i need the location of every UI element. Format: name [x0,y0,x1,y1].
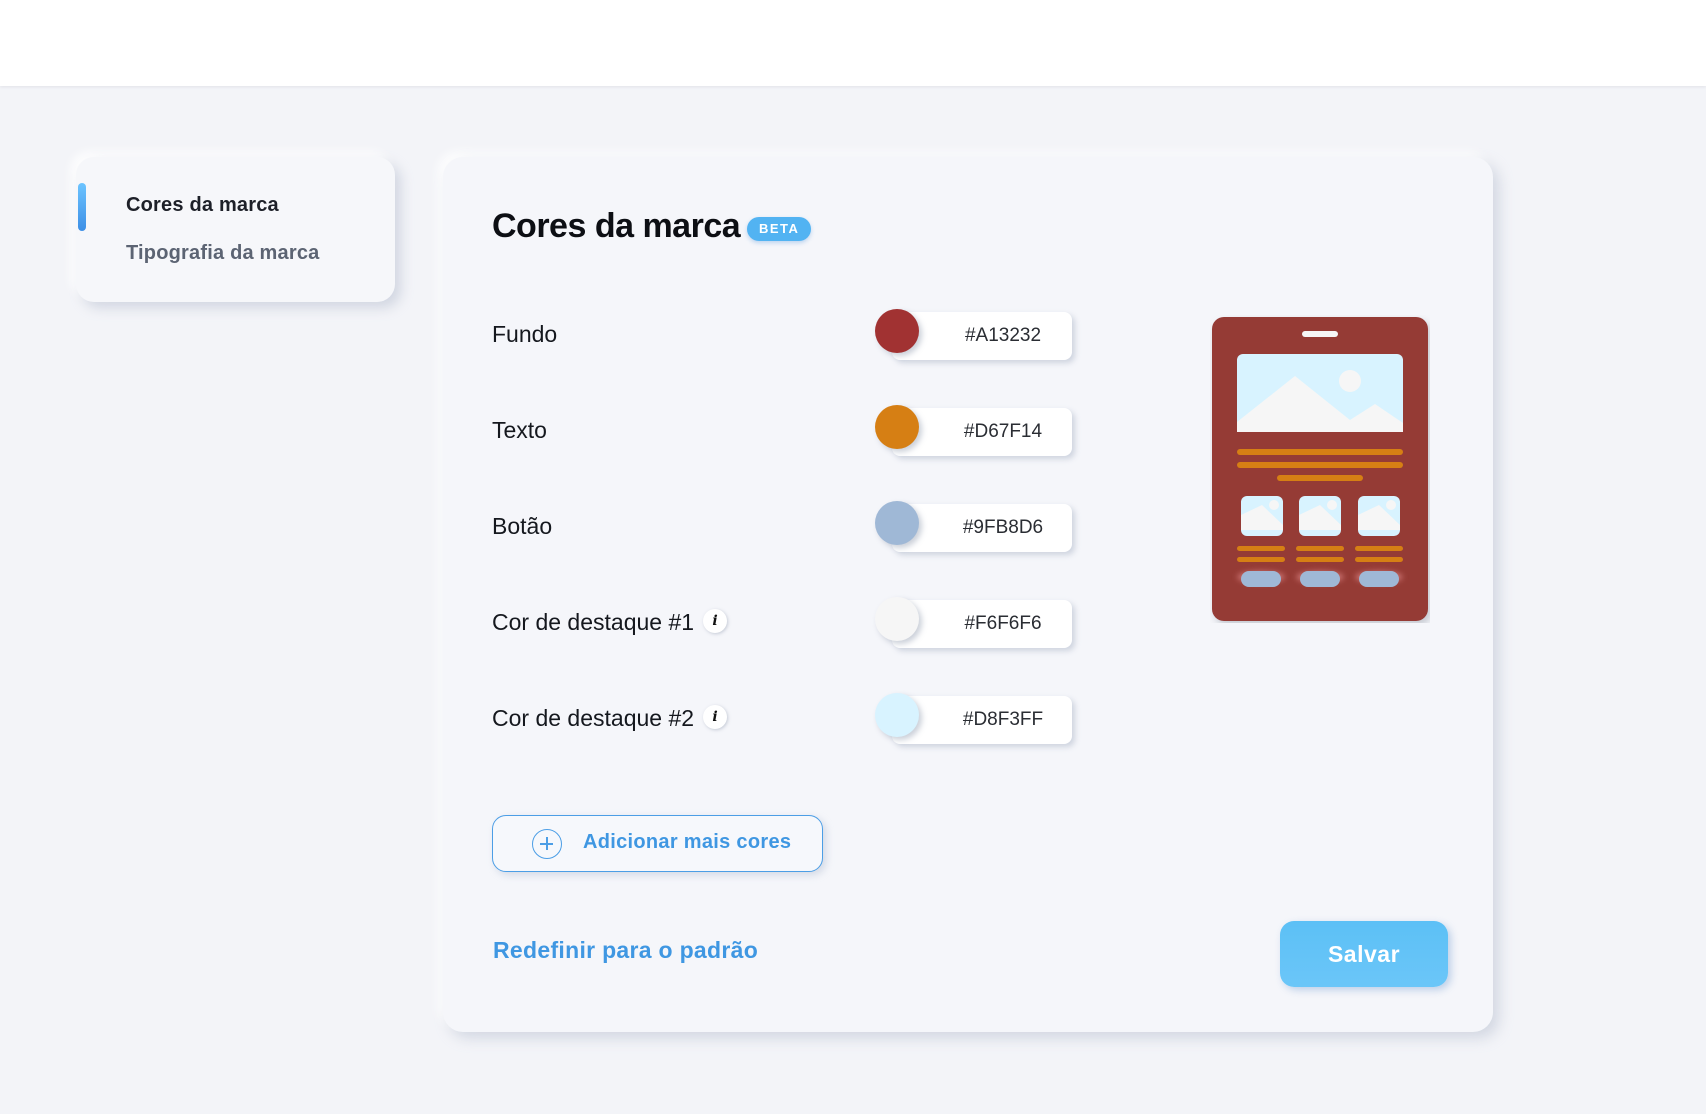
hex-value: #9FB8D6 [962,517,1044,538]
add-more-colors-label: Adicionar mais cores [583,831,792,853]
hex-field[interactable]: #D8F3FF [892,696,1072,744]
color-label: Cor de destaque #1 [492,609,695,635]
hex-field[interactable]: #F6F6F6 [892,600,1072,648]
preview-text-line [1277,475,1363,481]
save-button[interactable]: Salvar [1280,921,1448,987]
hex-value: #D67F14 [963,421,1043,442]
preview-sun [1339,370,1361,392]
info-icon[interactable]: i [703,609,727,633]
color-swatch[interactable] [875,693,919,737]
top-bar [0,0,1706,86]
color-row-text: Texto #D67F14 [443,405,1143,456]
active-indicator [78,183,86,231]
info-icon[interactable]: i [703,705,727,729]
color-row-background: Fundo #A13232 [443,309,1143,360]
beta-badge: BETA [747,217,812,241]
brand-colors-card: Cores da marca BETA Fundo #A13232 Texto … [443,157,1493,1032]
hex-value: #A13232 [964,325,1042,346]
add-more-colors-button[interactable]: Adicionar mais cores [492,815,823,872]
hex-value: #D8F3FF [962,709,1044,730]
sidebar-item-brand-typography[interactable]: Tipografia da marca [126,242,320,265]
color-row-button: Botão #9FB8D6 [443,501,1143,552]
color-swatch[interactable] [875,597,919,641]
sidebar-item-brand-colors[interactable]: Cores da marca [126,194,279,217]
preview-button [1300,571,1340,587]
color-label: Botão [492,513,553,539]
color-swatch[interactable] [875,405,919,449]
preview-text-line [1237,462,1403,468]
hex-field[interactable]: #D67F14 [892,408,1072,456]
color-label: Texto [492,417,547,443]
color-label: Fundo [492,321,558,347]
preview-thumbnail [1241,496,1283,536]
preview-button [1359,571,1399,587]
reset-to-default-link[interactable]: Redefinir para o padrão [493,937,758,964]
preview-thumbnail [1358,496,1400,536]
preview-button [1241,571,1281,587]
preview-text-line [1237,449,1403,455]
color-swatch[interactable] [875,309,919,353]
hex-field[interactable]: #9FB8D6 [892,504,1072,552]
preview-thumbnail [1299,496,1341,536]
color-label: Cor de destaque #2 [492,705,695,731]
brand-preview-phone [1212,317,1428,621]
color-row-accent-2: Cor de destaque #2 i #D8F3FF [443,693,1143,744]
hex-value: #F6F6F6 [964,613,1042,634]
preview-notch [1302,331,1338,337]
hex-field[interactable]: #A13232 [892,312,1072,360]
color-swatch[interactable] [875,501,919,545]
sidebar-nav: Cores da marca Tipografia da marca [76,157,395,302]
page-title: Cores da marca [492,207,741,245]
plus-circle-icon [532,829,562,859]
color-row-accent-1: Cor de destaque #1 i #F6F6F6 [443,597,1143,648]
